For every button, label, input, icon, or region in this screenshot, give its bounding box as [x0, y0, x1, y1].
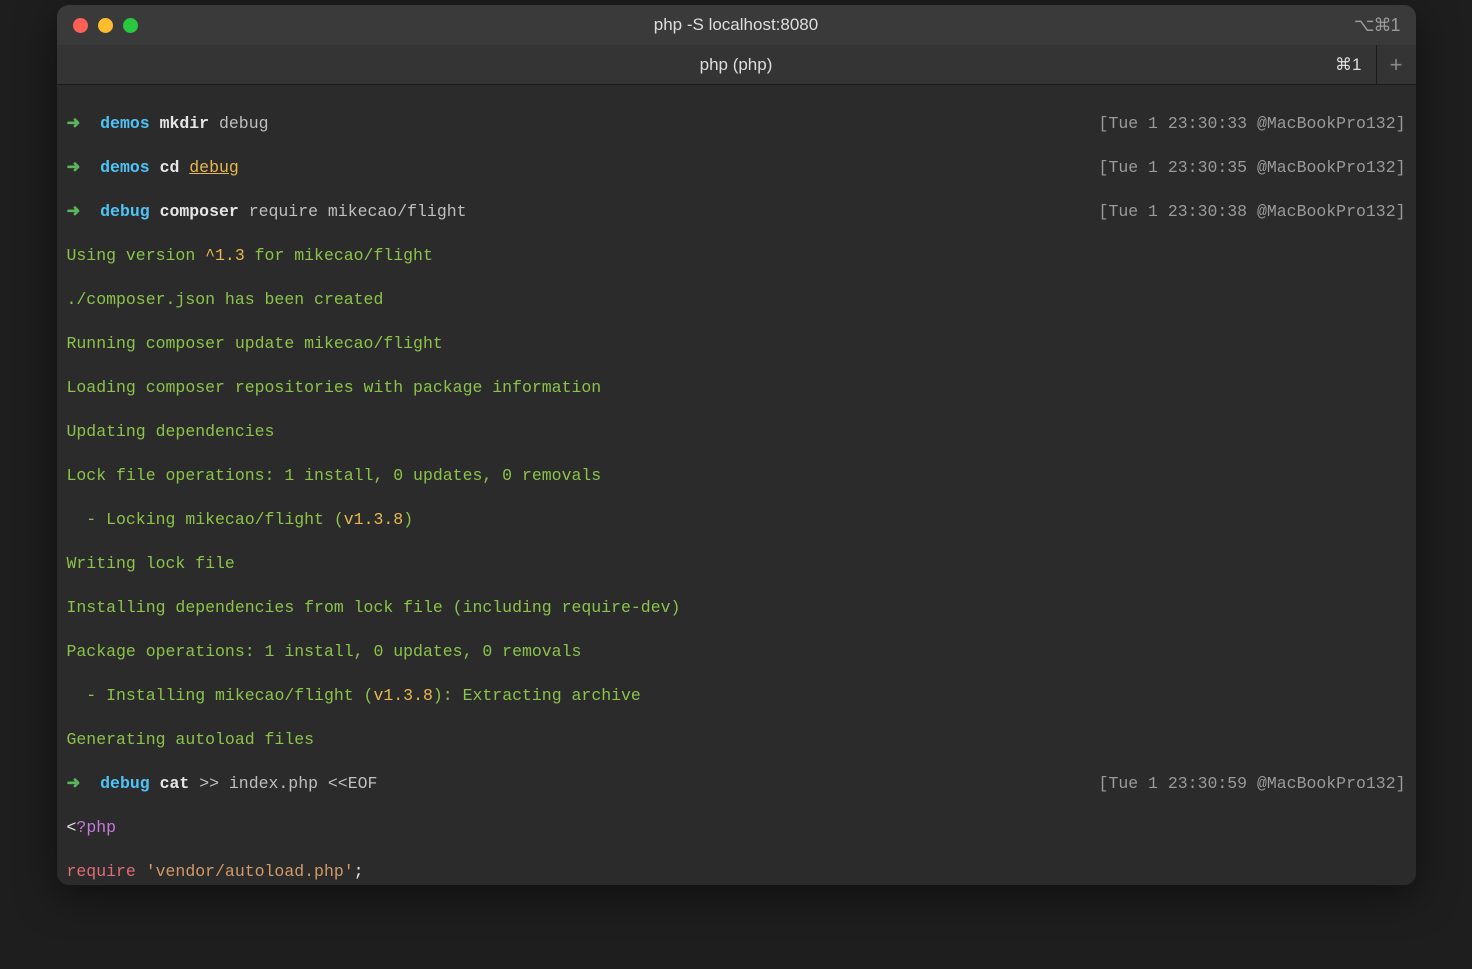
prompt-cmd: mkdir [160, 114, 210, 133]
zoom-icon[interactable] [123, 18, 138, 33]
output-line: Updating dependencies [67, 421, 1406, 443]
prompt-cwd: demos [100, 158, 150, 177]
prompt-cwd: debug [100, 202, 150, 221]
prompt-cmd: cat [160, 774, 190, 793]
output-pkg: mikecao/flight [185, 510, 324, 529]
output-version: v1.3.8 [373, 686, 432, 705]
output-line: ): Extracting archive [433, 686, 641, 705]
code-string: 'vendor/autoload.php' [136, 862, 354, 881]
output-line: for mikecao/flight [245, 246, 433, 265]
output-line: Generating autoload files [67, 729, 1406, 751]
output-line: Using version [67, 246, 206, 265]
output-line: Writing lock file [67, 553, 1406, 575]
prompt-cwd: debug [100, 774, 150, 793]
output-line: - Locking [67, 510, 186, 529]
terminal-body[interactable]: ➜ demos mkdir debug[Tue 1 23:30:33 @MacB… [57, 85, 1416, 885]
output-version: ^1.3 [205, 246, 245, 265]
prompt-arg-dir: debug [189, 158, 239, 177]
output-pkg: mikecao/flight [215, 686, 354, 705]
prompt-timestamp: [Tue 1 23:30:59 @MacBookPro132] [1099, 773, 1406, 795]
prompt-args: debug [219, 114, 269, 133]
add-tab-button[interactable]: + [1376, 45, 1416, 84]
code-token: < [67, 818, 77, 837]
prompt-cmd: cd [160, 158, 180, 177]
output-line: Installing dependencies from lock file (… [67, 597, 1406, 619]
prompt-args: >> index.php <<EOF [199, 774, 377, 793]
window-title: php -S localhost:8080 [57, 14, 1416, 36]
output-line: ( [324, 510, 344, 529]
titlebar[interactable]: php -S localhost:8080 ⌥⌘1 [57, 5, 1416, 45]
close-icon[interactable] [73, 18, 88, 33]
output-line: ) [403, 510, 413, 529]
prompt-args: require mikecao/flight [249, 202, 467, 221]
code-keyword: require [67, 862, 136, 881]
tab-title[interactable]: php (php) [57, 54, 1416, 76]
tabbar: php (php) ⌘1 + [57, 45, 1416, 85]
code-token: ; [354, 862, 364, 881]
prompt-timestamp: [Tue 1 23:30:35 @MacBookPro132] [1099, 157, 1406, 179]
prompt-cmd: composer [160, 202, 239, 221]
minimize-icon[interactable] [98, 18, 113, 33]
output-version: v1.3.8 [344, 510, 403, 529]
terminal-window: php -S localhost:8080 ⌥⌘1 php (php) ⌘1 +… [57, 5, 1416, 885]
prompt-timestamp: [Tue 1 23:30:33 @MacBookPro132] [1099, 113, 1406, 135]
output-line: Running composer update mikecao/flight [67, 333, 1406, 355]
output-line: - Installing [67, 686, 216, 705]
output-line: ( [354, 686, 374, 705]
tab-shortcut: ⌘1 [1321, 54, 1375, 76]
code-token: php [86, 818, 116, 837]
output-line: ./composer.json has been created [67, 289, 1406, 311]
prompt-timestamp: [Tue 1 23:30:38 @MacBookPro132] [1099, 201, 1406, 223]
code-token: ? [76, 818, 86, 837]
output-line: Lock file operations: 1 install, 0 updat… [67, 465, 1406, 487]
prompt-cwd: demos [100, 114, 150, 133]
pane-indicator: ⌥⌘1 [1354, 14, 1400, 36]
output-line: Loading composer repositories with packa… [67, 377, 1406, 399]
traffic-lights [73, 18, 138, 33]
output-line: Package operations: 1 install, 0 updates… [67, 641, 1406, 663]
